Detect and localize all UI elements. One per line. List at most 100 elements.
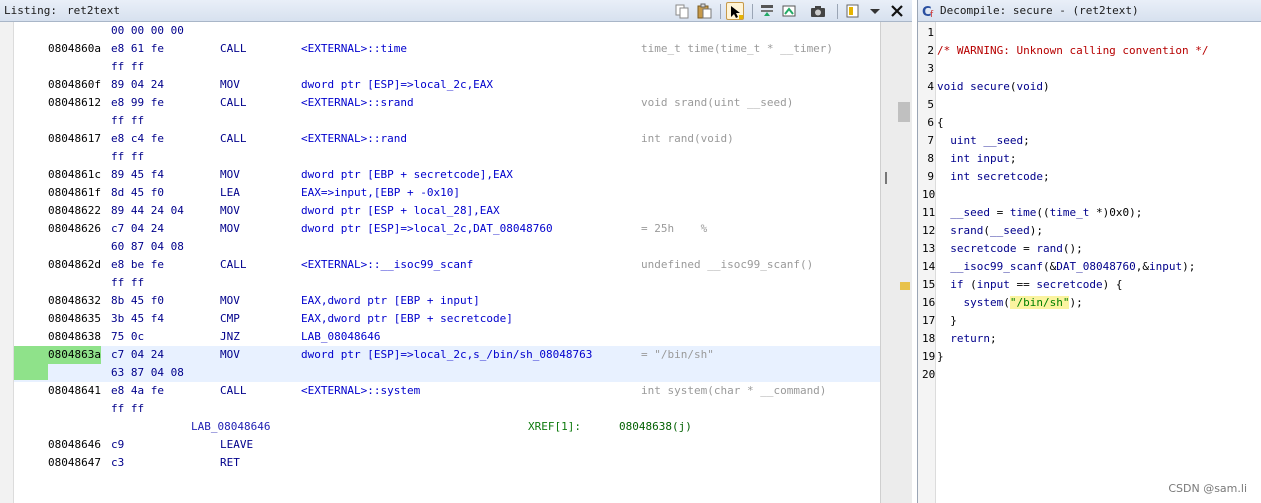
instruction-address: 08048635: [48, 312, 101, 325]
copy-icon[interactable]: [673, 2, 691, 20]
code-text: /* WARNING: Unknown calling convention *…: [937, 44, 1209, 57]
listing-row[interactable]: 0804862d e8 be fe CALL <EXTERNAL>::__isoc99…: [14, 256, 880, 274]
listing-row[interactable]: 00 00 00 00: [14, 22, 880, 40]
instruction-bytes: c7 04 24: [111, 222, 164, 235]
instruction-operand: dword ptr [ESP + local_28],EAX: [301, 204, 500, 217]
scroll-marker: [885, 172, 887, 184]
line-number: 10: [922, 188, 936, 201]
instruction-mnemonic: MOV: [220, 294, 240, 307]
listing-row[interactable]: 0804860a e8 61 fe CALL <EXTERNAL>::time time…: [14, 40, 880, 58]
instruction-bytes: e8 be fe: [111, 258, 164, 271]
decompile-line[interactable]: 9 int secretcode;: [918, 168, 1261, 186]
listing-row[interactable]: 0804860f 89 04 24 MOV dword ptr [ESP]=>loca…: [14, 76, 880, 94]
decompile-line[interactable]: 18 return;: [918, 330, 1261, 348]
instruction-bytes: 89 04 24: [111, 78, 164, 91]
listing-row[interactable]: 60 87 04 08: [14, 238, 880, 256]
decompile-line[interactable]: 20: [918, 366, 1261, 384]
listing-row[interactable]: ff ff: [14, 58, 880, 76]
code-text: srand(__seed);: [950, 224, 1043, 237]
decompile-line[interactable]: 14 __isoc99_scanf(&DAT_08048760,&input);: [918, 258, 1261, 276]
listing-row[interactable]: 08048626 c7 04 24 MOV dword ptr [ESP]=>loca…: [14, 220, 880, 238]
listing-row[interactable]: 0804861f 8d 45 f0 LEA EAX=>input,[EBP + -0x…: [14, 184, 880, 202]
decompile-line[interactable]: 8 int input;: [918, 150, 1261, 168]
listing-row[interactable]: 08048647 c3 RET: [14, 454, 880, 472]
code-text: return;: [950, 332, 997, 345]
listing-body[interactable]: 00 00 00 00 0804860a e8 61 fe CALL <EXTERNAL…: [0, 22, 880, 503]
instruction-address: 08048626: [48, 222, 101, 235]
instruction-address: 0804861f: [48, 186, 101, 199]
listing-row[interactable]: ff ff: [14, 400, 880, 418]
listing-row[interactable]: 08048646 c9 LEAVE: [14, 436, 880, 454]
listing-rows: 00 00 00 00 0804860a e8 61 fe CALL <EXTERNAL…: [14, 22, 880, 472]
decompile-line[interactable]: 6{: [918, 114, 1261, 132]
instruction-mnemonic: CMP: [220, 312, 240, 325]
paste-icon[interactable]: [695, 2, 713, 20]
instruction-address: 08048632: [48, 294, 101, 307]
instruction-bytes: 3b 45 f4: [111, 312, 164, 325]
listing-row[interactable]: 08048622 89 44 24 04 MOV dword ptr [ESP + l…: [14, 202, 880, 220]
listing-row[interactable]: 0804863a c7 04 24 MOV dword ptr [ESP]=>loca…: [14, 346, 880, 364]
line-number: 3: [927, 62, 934, 75]
decompile-line[interactable]: 5: [918, 96, 1261, 114]
code-text: }: [937, 314, 957, 327]
line-number: 14: [922, 260, 936, 273]
instruction-address: 0804861c: [48, 168, 101, 181]
listing-row[interactable]: 08048638 75 0c JNZ LAB_08048646: [14, 328, 880, 346]
decompile-line[interactable]: 4 void secure(void): [918, 78, 1261, 96]
instruction-bytes: e8 c4 fe: [111, 132, 164, 145]
decompile-line[interactable]: 7 uint __seed;: [918, 132, 1261, 150]
instruction-bytes: e8 99 fe: [111, 96, 164, 109]
decompile-code[interactable]: 1 2/* WARNING: Unknown calling convention…: [918, 24, 1261, 384]
instruction-bytes: 89 45 f4: [111, 168, 164, 181]
decompile-line[interactable]: 12 srand(__seed);: [918, 222, 1261, 240]
listing-label-row[interactable]: LAB_08048646 XREF[1]: 08048638(j): [14, 418, 880, 436]
line-number: 17: [922, 314, 936, 327]
instruction-operand: LAB_08048646: [301, 330, 381, 343]
display-options-icon[interactable]: [844, 2, 862, 20]
camera-icon[interactable]: [809, 2, 827, 20]
decompile-line[interactable]: 2/* WARNING: Unknown calling convention …: [918, 42, 1261, 60]
close-icon[interactable]: [888, 2, 906, 20]
decompile-line[interactable]: 3: [918, 60, 1261, 78]
cursor-select-icon[interactable]: [726, 2, 744, 20]
decompile-line[interactable]: 16 system("/bin/sh");: [918, 294, 1261, 312]
instruction-mnemonic: CALL: [220, 132, 247, 145]
listing-program-name: ret2text: [66, 4, 120, 17]
instruction-address: 0804860f: [48, 78, 101, 91]
line-number: 2: [927, 44, 934, 57]
instruction-mnemonic: LEA: [220, 186, 240, 199]
listing-row[interactable]: 08048641 e8 4a fe CALL <EXTERNAL>::system in…: [14, 382, 880, 400]
decompile-line[interactable]: 13 secretcode = rand();: [918, 240, 1261, 258]
flow-arrow-icon[interactable]: [758, 2, 776, 20]
decompile-line[interactable]: 15 if (input == secretcode) {: [918, 276, 1261, 294]
instruction-address: 08048617: [48, 132, 101, 145]
instruction-bytes: e8 4a fe: [111, 384, 164, 397]
listing-title: Listing: ret2text: [4, 4, 120, 17]
listing-row[interactable]: ff ff: [14, 148, 880, 166]
instruction-mnemonic: MOV: [220, 348, 240, 361]
code-text: }: [937, 350, 944, 363]
snapshot-icon[interactable]: [780, 2, 798, 20]
scroll-thumb[interactable]: [898, 102, 910, 122]
listing-row[interactable]: ff ff: [14, 112, 880, 130]
listing-panel: Listing: ret2text 00 00 00 00 0804860a e…: [0, 0, 912, 503]
instruction-address: 08048638: [48, 330, 101, 343]
listing-row[interactable]: 0804861c 89 45 f4 MOV dword ptr [EBP + secr…: [14, 166, 880, 184]
listing-row[interactable]: ff ff: [14, 274, 880, 292]
code-text: int input;: [950, 152, 1017, 165]
decompile-line[interactable]: 19}: [918, 348, 1261, 366]
listing-row[interactable]: 08048617 e8 c4 fe CALL <EXTERNAL>::rand int …: [14, 130, 880, 148]
dropdown-icon[interactable]: [866, 2, 880, 20]
listing-scrollbar[interactable]: [880, 22, 912, 503]
instruction-comment: int system(char * __command): [641, 384, 827, 397]
listing-row[interactable]: 08048612 e8 99 fe CALL <EXTERNAL>::srand voi…: [14, 94, 880, 112]
decompile-line[interactable]: 10: [918, 186, 1261, 204]
decompile-line[interactable]: 17 }: [918, 312, 1261, 330]
instruction-mnemonic: CALL: [220, 42, 247, 55]
instruction-bytes: 63 87 04 08: [111, 366, 184, 379]
decompile-line[interactable]: 11 __seed = time((time_t *)0x0);: [918, 204, 1261, 222]
decompile-line[interactable]: 1: [918, 24, 1261, 42]
listing-row[interactable]: 08048635 3b 45 f4 CMP EAX,dword ptr [EBP + …: [14, 310, 880, 328]
listing-row[interactable]: 08048632 8b 45 f0 MOV EAX,dword ptr [EBP + …: [14, 292, 880, 310]
listing-row[interactable]: 63 87 04 08: [14, 364, 880, 382]
